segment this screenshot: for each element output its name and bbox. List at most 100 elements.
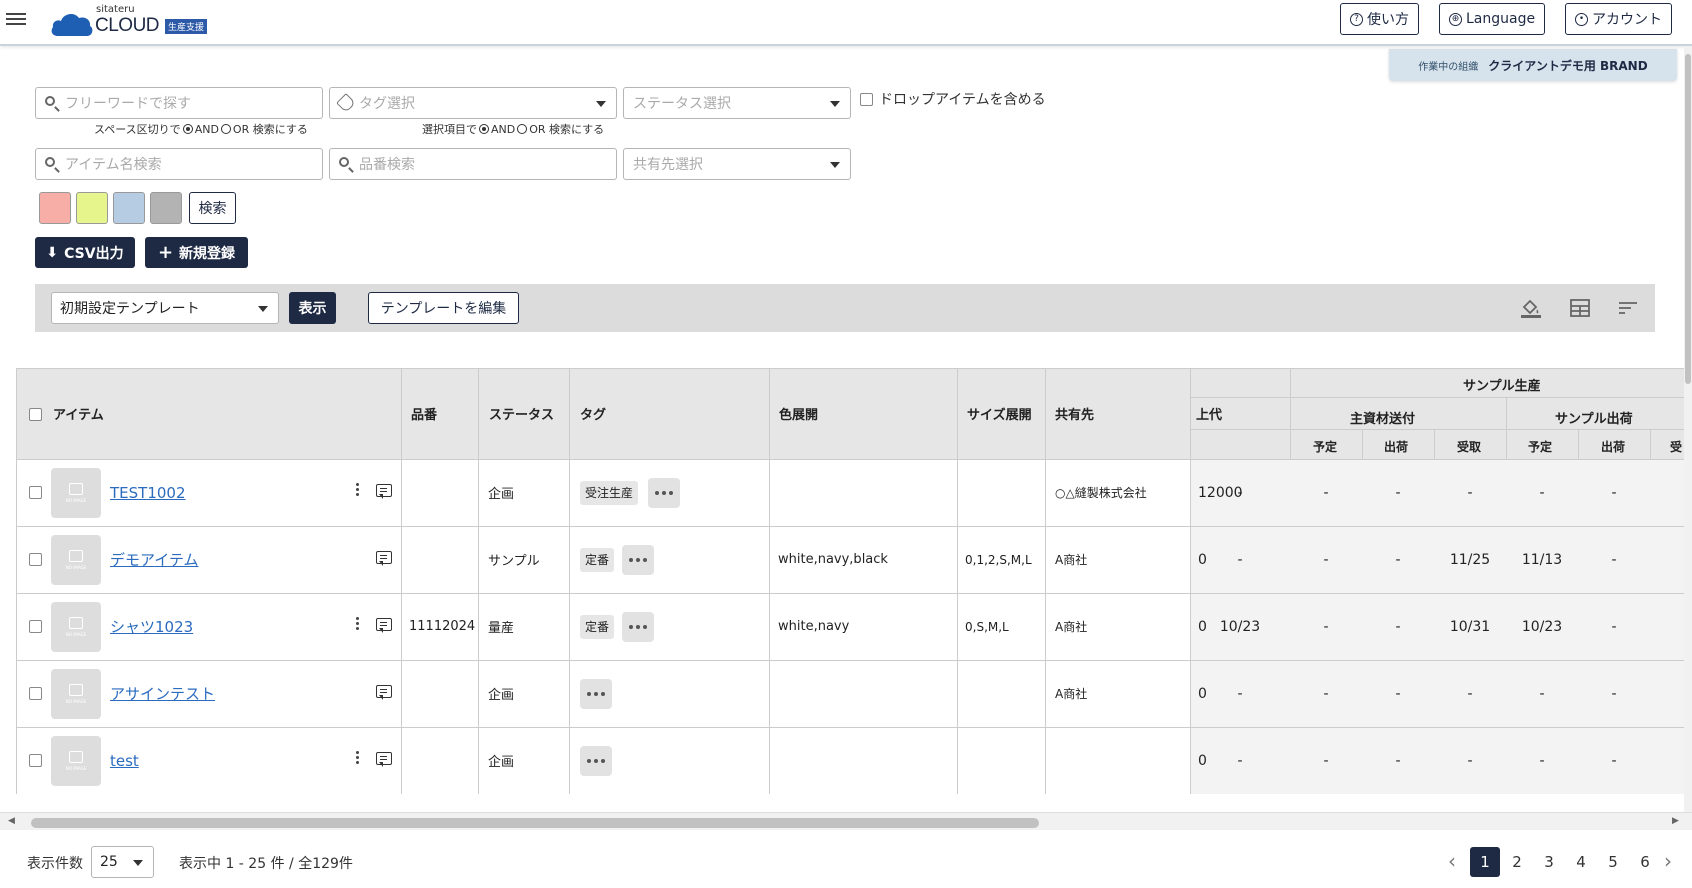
- part-no-search-input[interactable]: 品番検索: [329, 148, 617, 180]
- scroll-thumb[interactable]: [31, 818, 1039, 828]
- item-link[interactable]: シャツ1023: [110, 617, 193, 637]
- kebab-menu-icon[interactable]: [356, 750, 360, 765]
- sort-icon[interactable]: [1616, 298, 1640, 318]
- th-share: 共有先: [1055, 407, 1095, 423]
- status-select[interactable]: ステータス選択: [623, 87, 851, 119]
- select-all-checkbox[interactable]: [29, 408, 42, 421]
- csv-label: CSV出力: [64, 245, 124, 262]
- download-icon: ⬇: [46, 244, 59, 261]
- menu-icon[interactable]: [6, 10, 26, 30]
- item-link[interactable]: TEST1002: [110, 483, 186, 503]
- template-selected: 初期設定テンプレート: [60, 301, 200, 317]
- or-radio[interactable]: [220, 124, 231, 134]
- item-name[interactable]: デモアイテム: [110, 549, 199, 570]
- page-3[interactable]: 3: [1534, 847, 1564, 877]
- comment-icon[interactable]: [376, 684, 392, 700]
- th-sizes: サイズ展開: [967, 407, 1032, 423]
- item-link[interactable]: test: [110, 751, 139, 771]
- date-cell: -: [1395, 551, 1401, 568]
- th-sub-received_partial: 受: [1670, 439, 1683, 454]
- item-name[interactable]: シャツ1023: [110, 616, 193, 637]
- color-swatch-yellow[interactable]: [76, 192, 108, 224]
- item-thumbnail: NO IMAGE: [51, 601, 101, 652]
- row-checkbox[interactable]: [29, 686, 42, 700]
- help-button[interactable]: ? 使い方: [1340, 3, 1419, 35]
- prev-page-icon[interactable]: ‹: [1448, 849, 1456, 873]
- item-name[interactable]: アサインテスト: [110, 683, 215, 704]
- color-swatch-blue[interactable]: [113, 192, 145, 224]
- search-button[interactable]: 検索: [189, 192, 236, 224]
- tag-select[interactable]: タグ選択: [329, 87, 617, 119]
- kebab-menu-icon[interactable]: [356, 482, 360, 497]
- freeword-search-mode: スペース区切りで AND OR 検索にする: [94, 121, 308, 137]
- color-swatch-gray[interactable]: [150, 192, 182, 224]
- hint-text: スペース区切りで: [94, 123, 181, 136]
- share-cell: A商社: [1055, 687, 1088, 701]
- item-link[interactable]: デモアイテム: [110, 550, 199, 570]
- page-5[interactable]: 5: [1598, 847, 1628, 877]
- date-cell: 10/23: [1521, 618, 1563, 635]
- and-radio[interactable]: [182, 124, 193, 134]
- template-select[interactable]: 初期設定テンプレート: [51, 292, 279, 324]
- new-item-button[interactable]: + 新規登録: [145, 237, 248, 268]
- item-name-search-input[interactable]: アイテム名検索: [35, 148, 323, 180]
- status-cell: 企画: [488, 487, 515, 502]
- more-tags-button[interactable]: [648, 477, 680, 508]
- scroll-right-icon[interactable]: ▶: [1672, 816, 1679, 826]
- more-tags-button[interactable]: [580, 678, 612, 709]
- language-label: Language: [1466, 11, 1536, 27]
- or-radio[interactable]: [517, 124, 528, 134]
- and-radio[interactable]: [479, 124, 489, 134]
- page-4[interactable]: 4: [1566, 847, 1596, 877]
- freeword-search-input[interactable]: フリーワードで探す: [35, 87, 323, 119]
- scroll-thumb[interactable]: [1685, 54, 1691, 384]
- more-tags-button[interactable]: [622, 611, 654, 642]
- page-2[interactable]: 2: [1502, 847, 1532, 877]
- more-tags-button[interactable]: [580, 745, 612, 776]
- org-label: 作業中の組織: [1418, 61, 1479, 73]
- th-part-no: 品番: [411, 407, 438, 423]
- comment-icon[interactable]: [376, 550, 392, 566]
- comment-icon[interactable]: [376, 483, 392, 499]
- layout-icon[interactable]: [1568, 298, 1592, 318]
- scroll-left-icon[interactable]: ◀: [8, 816, 15, 826]
- include-drop-checkbox[interactable]: ドロップアイテムを含める: [860, 89, 1046, 109]
- comment-icon[interactable]: [376, 617, 392, 633]
- date-cell: -: [1395, 484, 1401, 501]
- comment-icon[interactable]: [376, 751, 392, 767]
- row-checkbox[interactable]: [29, 619, 42, 633]
- edit-template-button[interactable]: テンプレートを編集: [368, 292, 519, 324]
- csv-export-button[interactable]: ⬇ CSV出力: [35, 237, 135, 268]
- brand-logo[interactable]: sitateru CLOUD 生産支援: [50, 4, 220, 38]
- item-name[interactable]: test: [110, 752, 139, 770]
- brand-main-text: CLOUD: [95, 15, 160, 36]
- colors-cell: white,navy,black: [778, 552, 888, 567]
- language-button[interactable]: ⊕ Language: [1439, 3, 1546, 35]
- vertical-scrollbar[interactable]: [1684, 46, 1692, 812]
- horizontal-scrollbar[interactable]: ◀ ▶: [0, 812, 1692, 830]
- more-tags-button[interactable]: [622, 544, 654, 575]
- paint-bucket-icon[interactable]: [1519, 298, 1543, 318]
- row-checkbox[interactable]: [29, 485, 42, 499]
- date-cell: -: [1237, 685, 1243, 702]
- share-select[interactable]: 共有先選択: [623, 148, 851, 180]
- column-divider: [957, 369, 958, 794]
- search-icon: [45, 96, 59, 110]
- color-swatch-red[interactable]: [39, 192, 71, 224]
- page-6[interactable]: 6: [1630, 847, 1660, 877]
- show-template-button[interactable]: 表示: [289, 292, 336, 324]
- freeword-placeholder: フリーワードで探す: [65, 96, 191, 112]
- or-label: OR 検索にする: [529, 123, 605, 136]
- date-cell: 10/31: [1449, 618, 1491, 635]
- per-page-select[interactable]: 25: [91, 846, 154, 878]
- page-1[interactable]: 1: [1470, 847, 1500, 877]
- kebab-menu-icon[interactable]: [356, 616, 360, 631]
- row-checkbox[interactable]: [29, 552, 42, 566]
- account-button[interactable]: • アカウント: [1565, 3, 1672, 35]
- item-name[interactable]: TEST1002: [110, 484, 186, 502]
- th-price: 上代: [1196, 407, 1223, 423]
- checkbox[interactable]: [860, 92, 873, 106]
- row-checkbox[interactable]: [29, 753, 42, 767]
- item-link[interactable]: アサインテスト: [110, 684, 215, 704]
- next-page-icon[interactable]: ›: [1664, 849, 1672, 873]
